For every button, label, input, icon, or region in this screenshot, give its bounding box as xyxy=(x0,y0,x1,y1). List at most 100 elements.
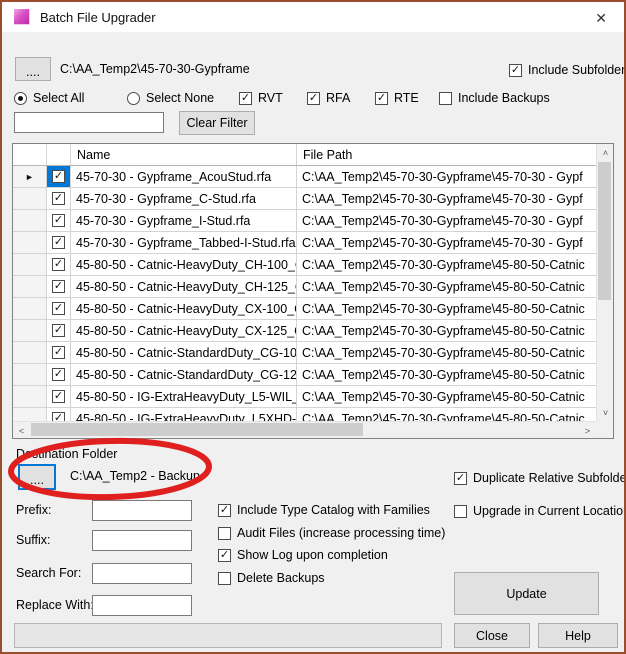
checkbox-checked-icon[interactable]: ✓ xyxy=(52,170,65,183)
table-row[interactable]: ✓ 45-70-30 - Gypframe_I-Stud.rfaC:\AA_Tem… xyxy=(13,210,596,232)
file-path-cell[interactable]: C:\AA_Temp2\45-70-30-Gypframe\45-80-50-C… xyxy=(297,298,596,319)
select-none-radio[interactable]: Select None xyxy=(127,91,214,105)
checkbox-checked-icon[interactable]: ✓ xyxy=(218,549,231,562)
checkbox-checked-icon[interactable]: ✓ xyxy=(52,368,65,381)
table-row[interactable]: ✓45-80-50 - Catnic-StandardDuty_CG-100_C… xyxy=(13,342,596,364)
close-button[interactable]: Close xyxy=(454,623,530,648)
checkbox-checked-icon[interactable]: ✓ xyxy=(218,504,231,517)
checkbox-unchecked-icon[interactable] xyxy=(218,572,231,585)
checkbox-checked-icon[interactable]: ✓ xyxy=(52,346,65,359)
file-name-cell[interactable]: 45-70-30 - Gypframe_Tabbed-I-Stud.rfa xyxy=(71,232,297,253)
checkbox-checked-icon[interactable]: ✓ xyxy=(52,214,65,227)
table-row[interactable]: ✓ 45-70-30 - Gypframe_C-Stud.rfaC:\AA_Tem… xyxy=(13,188,596,210)
checkbox-checked-icon[interactable]: ✓ xyxy=(52,192,65,205)
vertical-scrollbar-thumb[interactable] xyxy=(598,162,611,300)
scroll-left-icon[interactable]: ˂ xyxy=(13,422,30,439)
name-column-header[interactable]: Name xyxy=(71,144,297,165)
destination-browse-button[interactable]: .... xyxy=(18,464,56,490)
rte-checkbox[interactable]: ✓ RTE xyxy=(375,91,419,105)
file-name-cell[interactable]: 45-80-50 - IG-ExtraHeavyDuty_L5-WIL_Cavi… xyxy=(71,386,297,407)
table-row[interactable]: ✓ 45-80-50 - Catnic-StandardDuty_CG-125_C… xyxy=(13,364,596,386)
file-name-cell[interactable]: 45-80-50 - Catnic-StandardDuty_CG-125_Ca… xyxy=(71,364,297,385)
radio-unselected-icon[interactable] xyxy=(127,92,140,105)
checkbox-checked-icon[interactable]: ✓ xyxy=(239,92,252,105)
checkbox-unchecked-icon[interactable] xyxy=(454,505,467,518)
row-checkbox-cell[interactable]: ✓ xyxy=(47,298,71,319)
row-checkbox-cell[interactable]: ✓ xyxy=(47,408,71,421)
table-row[interactable]: ✓ 45-80-50 - Catnic-HeavyDuty_CX-125_Cavi… xyxy=(13,320,596,342)
row-checkbox-cell[interactable]: ✓ xyxy=(47,254,71,275)
checkbox-checked-icon[interactable]: ✓ xyxy=(52,324,65,337)
file-path-cell[interactable]: C:\AA_Temp2\45-70-30-Gypframe\45-70-30 -… xyxy=(297,210,596,231)
checkbox-checked-icon[interactable]: ✓ xyxy=(509,64,522,77)
search-for-input[interactable] xyxy=(92,563,192,584)
table-row[interactable]: ✓ 45-80-50 - Catnic-HeavyDuty_CX-100_Cavi… xyxy=(13,298,596,320)
checkbox-column-header[interactable] xyxy=(47,144,71,165)
file-path-cell[interactable]: C:\AA_Temp2\45-70-30-Gypframe\45-80-50-C… xyxy=(297,254,596,275)
checkbox-checked-icon[interactable]: ✓ xyxy=(52,236,65,249)
checkbox-checked-icon[interactable]: ✓ xyxy=(52,280,65,293)
close-icon[interactable]: ✕ xyxy=(591,8,611,29)
row-checkbox-cell[interactable]: ✓ xyxy=(47,386,71,407)
checkbox-checked-icon[interactable]: ✓ xyxy=(52,302,65,315)
update-button[interactable]: Update xyxy=(454,572,599,615)
row-checkbox-cell[interactable]: ✓ xyxy=(47,342,71,363)
radio-selected-icon[interactable] xyxy=(14,92,27,105)
file-name-cell[interactable]: 45-70-30 - Gypframe_AcouStud.rfa xyxy=(71,166,297,187)
checkbox-checked-icon[interactable]: ✓ xyxy=(307,92,320,105)
scroll-up-icon[interactable]: ˄ xyxy=(597,144,614,161)
file-path-cell[interactable]: C:\AA_Temp2\45-70-30-Gypframe\45-80-50-C… xyxy=(297,320,596,341)
row-checkbox-cell[interactable]: ✓ xyxy=(47,276,71,297)
table-row[interactable]: ✓ 45-80-50 - IG-ExtraHeavyDuty_L5-WIL_Cav… xyxy=(13,386,596,408)
table-row[interactable]: ✓ 45-80-50 - Catnic-HeavyDuty_CH-125_Cavi… xyxy=(13,276,596,298)
file-name-cell[interactable]: 45-80-50 - Catnic-HeavyDuty_CX-125_Cavit… xyxy=(71,320,297,341)
include-subfolders-checkbox[interactable]: ✓ Include Subfolders xyxy=(509,63,626,77)
table-row[interactable]: ✓ 45-80-50 - Catnic-HeavyDuty_CH-100_Cavi… xyxy=(13,254,596,276)
row-checkbox-cell[interactable]: ✓ xyxy=(47,188,71,209)
checkbox-unchecked-icon[interactable] xyxy=(218,527,231,540)
prefix-input[interactable] xyxy=(92,500,192,521)
horizontal-scrollbar[interactable]: ˂ ˃ xyxy=(13,421,596,438)
source-browse-button[interactable]: .... xyxy=(15,57,51,81)
rfa-checkbox[interactable]: ✓ RFA xyxy=(307,91,350,105)
table-row[interactable]: ✓ 45-70-30 - Gypframe_Tabbed-I-Stud.rfaC:… xyxy=(13,232,596,254)
file-path-cell[interactable]: C:\AA_Temp2\45-70-30-Gypframe\45-70-30 -… xyxy=(297,188,596,209)
rvt-checkbox[interactable]: ✓ RVT xyxy=(239,91,283,105)
audit-files-checkbox[interactable]: Audit Files (increase processing time) xyxy=(218,526,445,540)
filter-input[interactable] xyxy=(14,112,164,133)
horizontal-scrollbar-thumb[interactable] xyxy=(31,423,363,436)
file-name-cell[interactable]: 45-70-30 - Gypframe_I-Stud.rfa xyxy=(71,210,297,231)
checkbox-checked-icon[interactable]: ✓ xyxy=(52,412,65,421)
row-checkbox-cell[interactable]: ✓ xyxy=(47,232,71,253)
duplicate-relative-subfolders-checkbox[interactable]: ✓ Duplicate Relative Subfolders xyxy=(454,471,626,485)
checkbox-checked-icon[interactable]: ✓ xyxy=(375,92,388,105)
file-name-cell[interactable]: 45-70-30 - Gypframe_C-Stud.rfa xyxy=(71,188,297,209)
file-name-cell[interactable]: 45-80-50 - Catnic-HeavyDuty_CH-100_Cavit… xyxy=(71,254,297,275)
file-path-cell[interactable]: C:\AA_Temp2\45-70-30-Gypframe\45-80-50-C… xyxy=(297,342,596,363)
file-path-cell[interactable]: C:\AA_Temp2\45-70-30-Gypframe\45-80-50-C… xyxy=(297,386,596,407)
file-path-cell[interactable]: C:\AA_Temp2\45-70-30-Gypframe\45-80-50-C… xyxy=(297,408,596,421)
file-name-cell[interactable]: 45-80-50 - Catnic-HeavyDuty_CX-100_Cavit… xyxy=(71,298,297,319)
scroll-down-icon[interactable]: ˅ xyxy=(597,404,614,421)
scroll-right-icon[interactable]: ˃ xyxy=(579,422,596,439)
checkbox-checked-icon[interactable]: ✓ xyxy=(454,472,467,485)
include-backups-checkbox[interactable]: Include Backups xyxy=(439,91,550,105)
include-type-catalog-checkbox[interactable]: ✓ Include Type Catalog with Families xyxy=(218,503,430,517)
upgrade-in-current-location-checkbox[interactable]: Upgrade in Current Location xyxy=(454,504,626,518)
row-checkbox-cell[interactable]: ✓ xyxy=(47,364,71,385)
file-name-cell[interactable]: 45-80-50 - Catnic-HeavyDuty_CH-125_Cavit… xyxy=(71,276,297,297)
delete-backups-checkbox[interactable]: Delete Backups xyxy=(218,571,325,585)
table-row[interactable]: ►✓45-70-30 - Gypframe_AcouStud.rfaC:\AA_… xyxy=(13,166,596,188)
file-path-cell[interactable]: C:\AA_Temp2\45-70-30-Gypframe\45-70-30 -… xyxy=(297,166,596,187)
checkbox-checked-icon[interactable]: ✓ xyxy=(52,390,65,403)
file-path-cell[interactable]: C:\AA_Temp2\45-70-30-Gypframe\45-70-30 -… xyxy=(297,232,596,253)
checkbox-unchecked-icon[interactable] xyxy=(439,92,452,105)
file-path-cell[interactable]: C:\AA_Temp2\45-70-30-Gypframe\45-80-50-C… xyxy=(297,364,596,385)
checkbox-checked-icon[interactable]: ✓ xyxy=(52,258,65,271)
vertical-scrollbar[interactable]: ˄ ˅ xyxy=(596,144,613,421)
suffix-input[interactable] xyxy=(92,530,192,551)
file-path-column-header[interactable]: File Path xyxy=(297,144,596,165)
show-log-checkbox[interactable]: ✓ Show Log upon completion xyxy=(218,548,388,562)
replace-with-input[interactable] xyxy=(92,595,192,616)
file-name-cell[interactable]: 45-80-50 - IG-ExtraHeavyDuty_L5XHD-WIL_C… xyxy=(71,408,297,421)
